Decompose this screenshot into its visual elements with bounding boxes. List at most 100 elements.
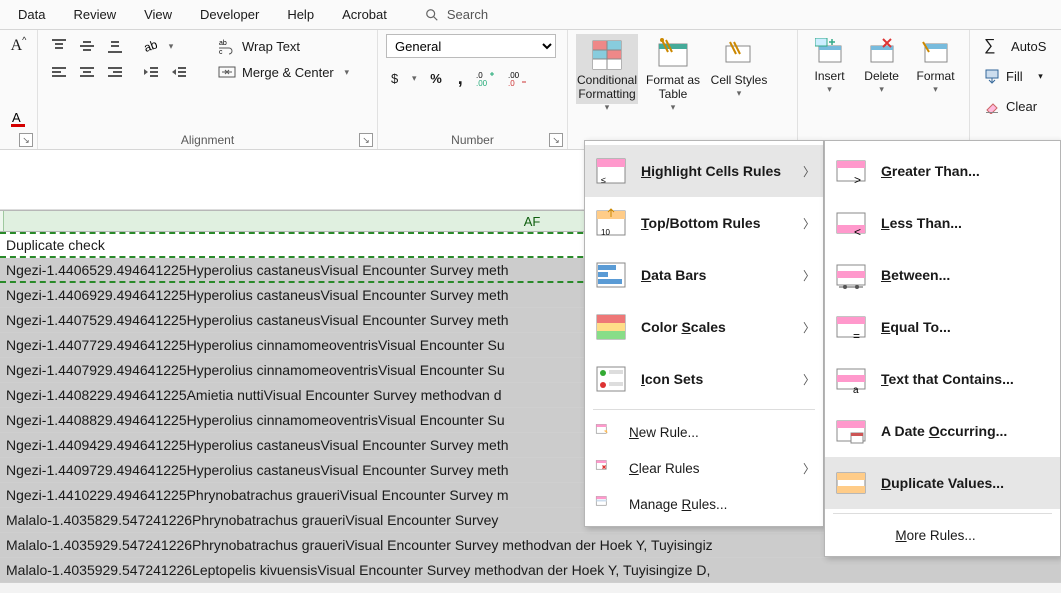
merge-center-button[interactable]: Merge & Center	[212, 60, 340, 84]
group-number: General $ ▾ % , .0.00 .00.0 Number ↘	[378, 30, 568, 149]
data-row[interactable]: Malalo-1.4035929.547241226Leptopelis kiv…	[0, 558, 1061, 583]
format-as-table-button[interactable]: Format as Table▾	[642, 34, 704, 104]
menu-item-manage-rules[interactable]: Manage Rules...	[585, 486, 823, 522]
wrap-text-label: Wrap Text	[242, 39, 300, 54]
cell-styles-icon	[722, 38, 756, 72]
autosum-button[interactable]: ∑ AutoS	[978, 34, 1052, 58]
merge-center-drop[interactable]: ▾	[342, 60, 352, 84]
menu-item-more-rules[interactable]: More Rules...	[825, 518, 1060, 552]
data-bars-icon	[595, 259, 627, 291]
font-dialog-launcher[interactable]: ↘	[19, 133, 33, 147]
svg-text:.0: .0	[508, 79, 515, 86]
menu-item-equal-to[interactable]: =Equal To...	[825, 301, 1060, 353]
tab-acrobat[interactable]: Acrobat	[328, 2, 401, 27]
highlight-cells-rules-submenu: >Greater Than...<Less Than...Between...=…	[824, 140, 1061, 557]
svg-text:<: <	[854, 225, 861, 239]
format-as-table-icon	[656, 38, 690, 72]
menu-item-icon-sets[interactable]: Icon Sets〉	[585, 353, 823, 405]
group-alignment-label: Alignment	[46, 131, 369, 147]
delete-cells-icon	[867, 38, 897, 68]
percent-button[interactable]: %	[425, 66, 447, 90]
chevron-right-icon: 〉	[803, 267, 815, 284]
tab-developer[interactable]: Developer	[186, 2, 273, 27]
ribbon-tabs: Data Review View Developer Help Acrobat …	[0, 0, 1061, 30]
svg-text:A: A	[12, 110, 21, 125]
align-bottom-button[interactable]	[102, 34, 128, 58]
new-rule-icon	[595, 422, 615, 442]
clear-button[interactable]: Clear	[978, 94, 1043, 118]
conditional-formatting-button[interactable]: Conditional Formatting▾	[576, 34, 638, 104]
search-icon	[425, 8, 439, 22]
chevron-right-icon: 〉	[803, 163, 815, 180]
fill-down-icon	[984, 68, 1000, 84]
currency-button[interactable]: $	[386, 66, 403, 90]
align-center-button[interactable]	[74, 60, 100, 84]
group-styles: Conditional Formatting▾ Format as Table▾…	[568, 30, 798, 149]
menu-item-highlight-cells-rules[interactable]: ≤Highlight Cells Rules〉	[585, 145, 823, 197]
fill-button[interactable]: Fill ▾	[978, 64, 1049, 88]
increase-font-size-button[interactable]: A^	[8, 34, 29, 58]
format-cells-button[interactable]: Format▾	[910, 34, 961, 100]
menu-item-duplicate-values[interactable]: Duplicate Values...	[825, 457, 1060, 509]
align-right-button[interactable]	[102, 60, 128, 84]
svg-text:.00: .00	[476, 79, 488, 86]
decrease-indent-button[interactable]	[138, 60, 164, 84]
menu-item-text-that-contains[interactable]: aText that Contains...	[825, 353, 1060, 405]
tab-view[interactable]: View	[130, 2, 186, 27]
menu-item-between[interactable]: Between...	[825, 249, 1060, 301]
comma-style-button[interactable]: ,	[453, 66, 468, 90]
group-number-label: Number	[386, 131, 559, 147]
svg-text:=: =	[853, 329, 860, 343]
a-date-occurring-icon	[835, 415, 867, 447]
manage-rules-icon	[595, 494, 615, 514]
font-color-button[interactable]: A	[8, 107, 30, 131]
insert-cells-icon	[815, 38, 845, 68]
chevron-right-icon: 〉	[803, 371, 815, 388]
align-left-button[interactable]	[46, 60, 72, 84]
number-dialog-launcher[interactable]: ↘	[549, 133, 563, 147]
clear-rules-icon	[595, 458, 615, 478]
insert-cells-button[interactable]: Insert▾	[806, 34, 853, 100]
svg-text:ab: ab	[142, 37, 160, 55]
menu-item-color-scales[interactable]: Color Scales〉	[585, 301, 823, 353]
currency-drop[interactable]: ▾	[409, 66, 419, 90]
delete-cells-button[interactable]: Delete▾	[857, 34, 906, 100]
cell-styles-button[interactable]: Cell Styles▾	[708, 34, 770, 104]
menu-item-top-bottom-rules[interactable]: 10Top/Bottom Rules〉	[585, 197, 823, 249]
align-top-button[interactable]	[46, 34, 72, 58]
svg-text:10: 10	[601, 228, 610, 237]
equal-to-icon: =	[835, 311, 867, 343]
tab-data[interactable]: Data	[4, 2, 59, 27]
search-box[interactable]: Search	[425, 7, 488, 22]
icon-sets-icon	[595, 363, 627, 395]
decrease-decimal-button[interactable]: .00.0	[506, 66, 532, 90]
color-scales-icon	[595, 311, 627, 343]
top-bottom-rules-icon: 10	[595, 207, 627, 239]
align-middle-button[interactable]	[74, 34, 100, 58]
menu-item-data-bars[interactable]: Data Bars〉	[585, 249, 823, 301]
menu-item-less-than[interactable]: <Less Than...	[825, 197, 1060, 249]
orientation-drop[interactable]: ▾	[166, 34, 176, 58]
menu-item-clear-rules[interactable]: Clear Rules〉	[585, 450, 823, 486]
menu-item-greater-than[interactable]: >Greater Than...	[825, 145, 1060, 197]
orientation-button[interactable]: ab	[138, 34, 164, 58]
alignment-dialog-launcher[interactable]: ↘	[359, 133, 373, 147]
tab-review[interactable]: Review	[59, 2, 130, 27]
highlight-cells-rules-icon: ≤	[595, 155, 627, 187]
number-format-select[interactable]: General	[386, 34, 556, 58]
format-cells-icon	[921, 38, 951, 68]
wrap-text-button[interactable]: abc Wrap Text	[212, 34, 352, 58]
between-icon	[835, 259, 867, 291]
group-editing-snip: ∑ AutoS Fill ▾ Clear	[970, 30, 1060, 149]
tab-help[interactable]: Help	[273, 2, 328, 27]
text-that-contains-icon: a	[835, 363, 867, 395]
menu-item-a-date-occurring[interactable]: A Date Occurring...	[825, 405, 1060, 457]
wrap-text-icon: abc	[218, 37, 236, 55]
svg-text:≤: ≤	[601, 175, 606, 185]
increase-indent-button[interactable]	[166, 60, 192, 84]
ribbon: A^ A ↘	[0, 30, 1061, 150]
group-alignment: ab ▾ abc Wrap Text Merge & Center	[38, 30, 378, 149]
menu-item-new-rule[interactable]: New Rule...	[585, 414, 823, 450]
clear-icon	[984, 98, 1000, 114]
increase-decimal-button[interactable]: .0.00	[474, 66, 500, 90]
